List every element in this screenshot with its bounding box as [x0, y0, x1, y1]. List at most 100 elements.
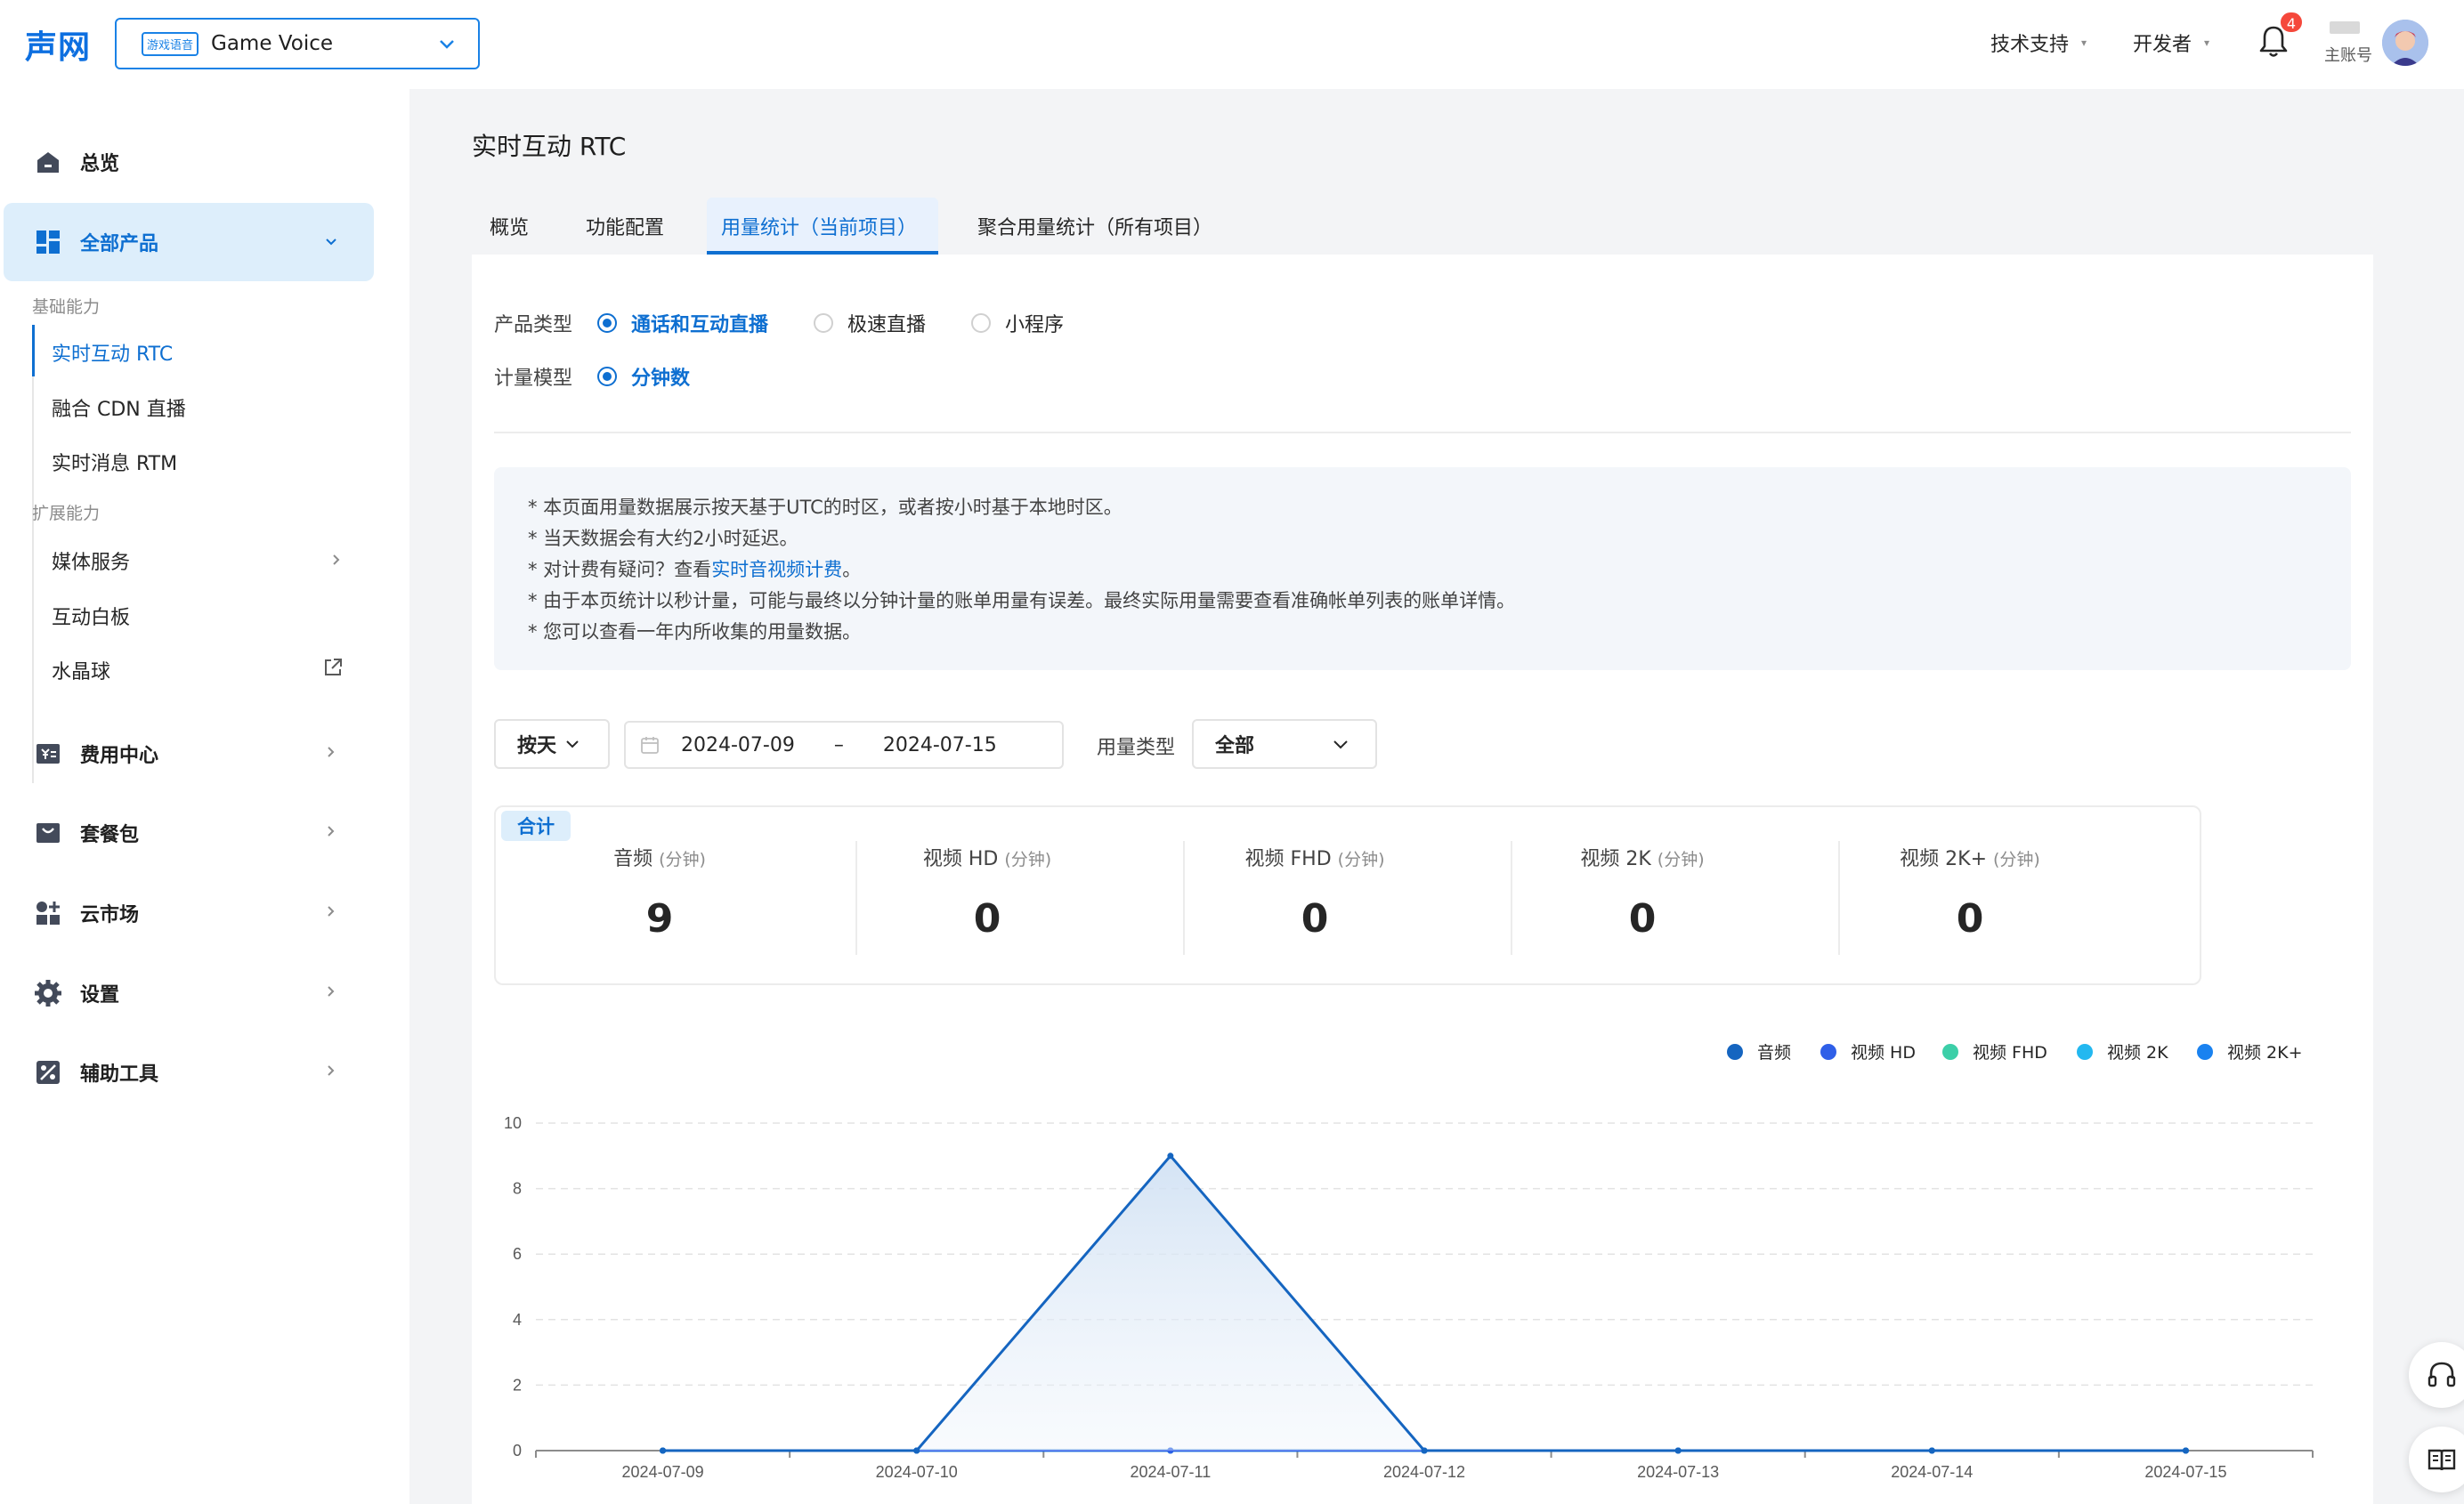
chevron-down-icon [566, 740, 579, 748]
radio-label: 极速直播 [847, 314, 927, 336]
avatar[interactable] [2382, 20, 2428, 66]
sidebar-item-rtc[interactable]: 实时互动 RTC [52, 338, 173, 367]
y-tick-label: 10 [504, 1114, 522, 1132]
radio-fast-live[interactable]: 极速直播 [814, 309, 926, 337]
package-icon [36, 823, 60, 843]
sidebar-item-cdn[interactable]: 融合 CDN 直播 [52, 393, 186, 422]
radio-mini-program[interactable]: 小程序 [971, 309, 1064, 337]
legend-swatch [1820, 1043, 1836, 1060]
chevron-right-icon [328, 826, 335, 837]
date-end[interactable]: 2024-07-15 [883, 734, 997, 756]
chevron-right-icon [328, 906, 335, 917]
sidebar-item-overview[interactable]: 总览 [4, 123, 374, 201]
summary-label-text: 视频 2K+ [1900, 848, 1988, 870]
sidebar-item-label: 设置 [80, 984, 120, 1007]
sidebar-item-rtm[interactable]: 实时消息 RTM [52, 448, 177, 476]
data-point [1928, 1447, 1935, 1454]
summary-label: 视频 2K+ (分钟) [1806, 843, 2134, 871]
data-point [1167, 1152, 1174, 1160]
data-point [1674, 1447, 1682, 1454]
legend-item-video-fhd[interactable]: 视频 FHD [1942, 1039, 2047, 1063]
legend-swatch [1727, 1043, 1743, 1060]
chevron-right-icon [333, 554, 340, 565]
legend-item-video-2k-plus[interactable]: 视频 2K+ [2197, 1039, 2303, 1063]
radio-minutes[interactable]: 分钟数 [597, 362, 690, 391]
sidebar-item-label: 辅助工具 [80, 1063, 159, 1086]
sidebar-item-all-products[interactable]: 全部产品 [4, 203, 374, 281]
summary-unit: (分钟) [1337, 850, 1385, 869]
group-title-ext: 扩展能力 [32, 504, 101, 523]
legend-swatch [2077, 1043, 2093, 1060]
usage-summary-card: 合计 音频 (分钟) 9 视频 HD (分钟) 0 视频 FHD (分钟) 0 … [494, 805, 2201, 985]
notice-line: * 当天数据会有大约2小时延迟。 [528, 528, 798, 549]
summary-label-text: 视频 FHD [1244, 848, 1332, 870]
legend-item-video-hd[interactable]: 视频 HD [1820, 1039, 1916, 1063]
chevron-down-icon [440, 40, 454, 49]
sidebar-item-marketplace[interactable]: 云市场 [4, 874, 374, 952]
support-button[interactable] [2409, 1342, 2464, 1408]
usage-type-select[interactable]: 全部 [1192, 719, 1377, 769]
summary-unit: (分钟) [1004, 850, 1052, 869]
billing-doc-link[interactable]: 实时音视频计费 [711, 559, 842, 580]
project-select[interactable]: 游戏语音 Game Voice [115, 18, 480, 69]
tab-usage-aggregate[interactable]: 聚合用量统计（所有项目） [977, 212, 1212, 240]
sidebar-item-crystal-ball[interactable]: 水晶球 [52, 656, 110, 684]
account-label[interactable]: 主账号 [2324, 43, 2372, 66]
tab-config[interactable]: 功能配置 [586, 212, 664, 240]
gear-icon [35, 980, 61, 1007]
radio-indicator [597, 367, 617, 386]
sidebar-item-tools[interactable]: 辅助工具 [4, 1033, 374, 1112]
radio-call-live[interactable]: 通话和互动直播 [597, 309, 768, 337]
summary-unit: (分钟) [1657, 850, 1705, 869]
chevron-right-icon [328, 747, 335, 757]
summary-label-text: 音频 [613, 848, 653, 870]
project-tag: 游戏语音 [142, 31, 199, 56]
usage-type-label: 用量类型 [1097, 737, 1176, 759]
radio-label: 通话和互动直播 [631, 314, 769, 336]
notice-text: * 对计费有疑问？查看 [528, 559, 712, 580]
marketplace-icon [36, 902, 60, 925]
account-name-placeholder [2330, 21, 2360, 34]
tech-support-menu[interactable]: 技术支持 ▾ [1990, 28, 2087, 57]
date-start[interactable]: 2024-07-09 [681, 734, 795, 756]
project-name: Game Voice [211, 32, 334, 55]
billing-icon [36, 744, 60, 764]
grid-icon [36, 230, 60, 254]
sidebar-item-billing[interactable]: 费用中心 [4, 715, 374, 793]
summary-label: 视频 FHD (分钟) [1151, 843, 1479, 871]
sidebar-item-label: 套餐包 [80, 824, 140, 846]
summary-value: 0 [1628, 896, 1657, 942]
y-tick-label: 0 [513, 1442, 522, 1460]
chevron-down-icon [1333, 740, 1348, 749]
sidebar-item-media[interactable]: 媒体服务 [52, 546, 130, 575]
date-range-picker[interactable]: 2024-07-09 – 2024-07-15 [624, 721, 1064, 769]
docs-button[interactable] [2409, 1427, 2464, 1492]
sidebar-item-settings[interactable]: 设置 [4, 954, 374, 1032]
sidebar: 总览 全部产品 基础能力 实时互动 RTC 融合 CDN 直播 实时消息 RTM… [0, 89, 409, 1504]
summary-value: 0 [1301, 896, 1329, 942]
radio-label: 小程序 [1005, 314, 1065, 336]
summary-video-hd: 视频 HD (分钟) 0 [823, 807, 1151, 985]
logo[interactable]: 声网 [25, 21, 91, 68]
sidebar-item-packages[interactable]: 套餐包 [4, 794, 374, 872]
y-tick-label: 2 [513, 1376, 522, 1394]
external-link-icon[interactable] [322, 657, 344, 678]
legend-label: 视频 HD [1851, 1043, 1916, 1063]
series-area [662, 1155, 2186, 1451]
granularity-value: 按天 [517, 735, 557, 757]
avatar-image [2382, 20, 2428, 66]
developer-menu[interactable]: 开发者 ▾ [2133, 28, 2209, 57]
calendar-icon [641, 737, 659, 754]
notice-box: * 本页面用量数据展示按天基于UTC的时区，或者按小时基于本地时区。 * 当天数… [494, 467, 2351, 670]
sidebar-item-whiteboard[interactable]: 互动白板 [52, 602, 130, 630]
legend-label: 音频 [1757, 1043, 1792, 1063]
tab-usage-current[interactable]: 用量统计（当前项目） [721, 212, 917, 240]
legend-item-video-2k[interactable]: 视频 2K [2077, 1039, 2168, 1063]
x-tick-label: 2024-07-11 [1130, 1463, 1211, 1481]
granularity-select[interactable]: 按天 [494, 719, 610, 769]
summary-label: 视频 HD (分钟) [823, 843, 1151, 871]
series-line [662, 1153, 2186, 1452]
tab-overview[interactable]: 概览 [490, 212, 529, 240]
legend-item-audio[interactable]: 音频 [1727, 1039, 1791, 1063]
summary-audio: 音频 (分钟) 9 [496, 807, 823, 985]
